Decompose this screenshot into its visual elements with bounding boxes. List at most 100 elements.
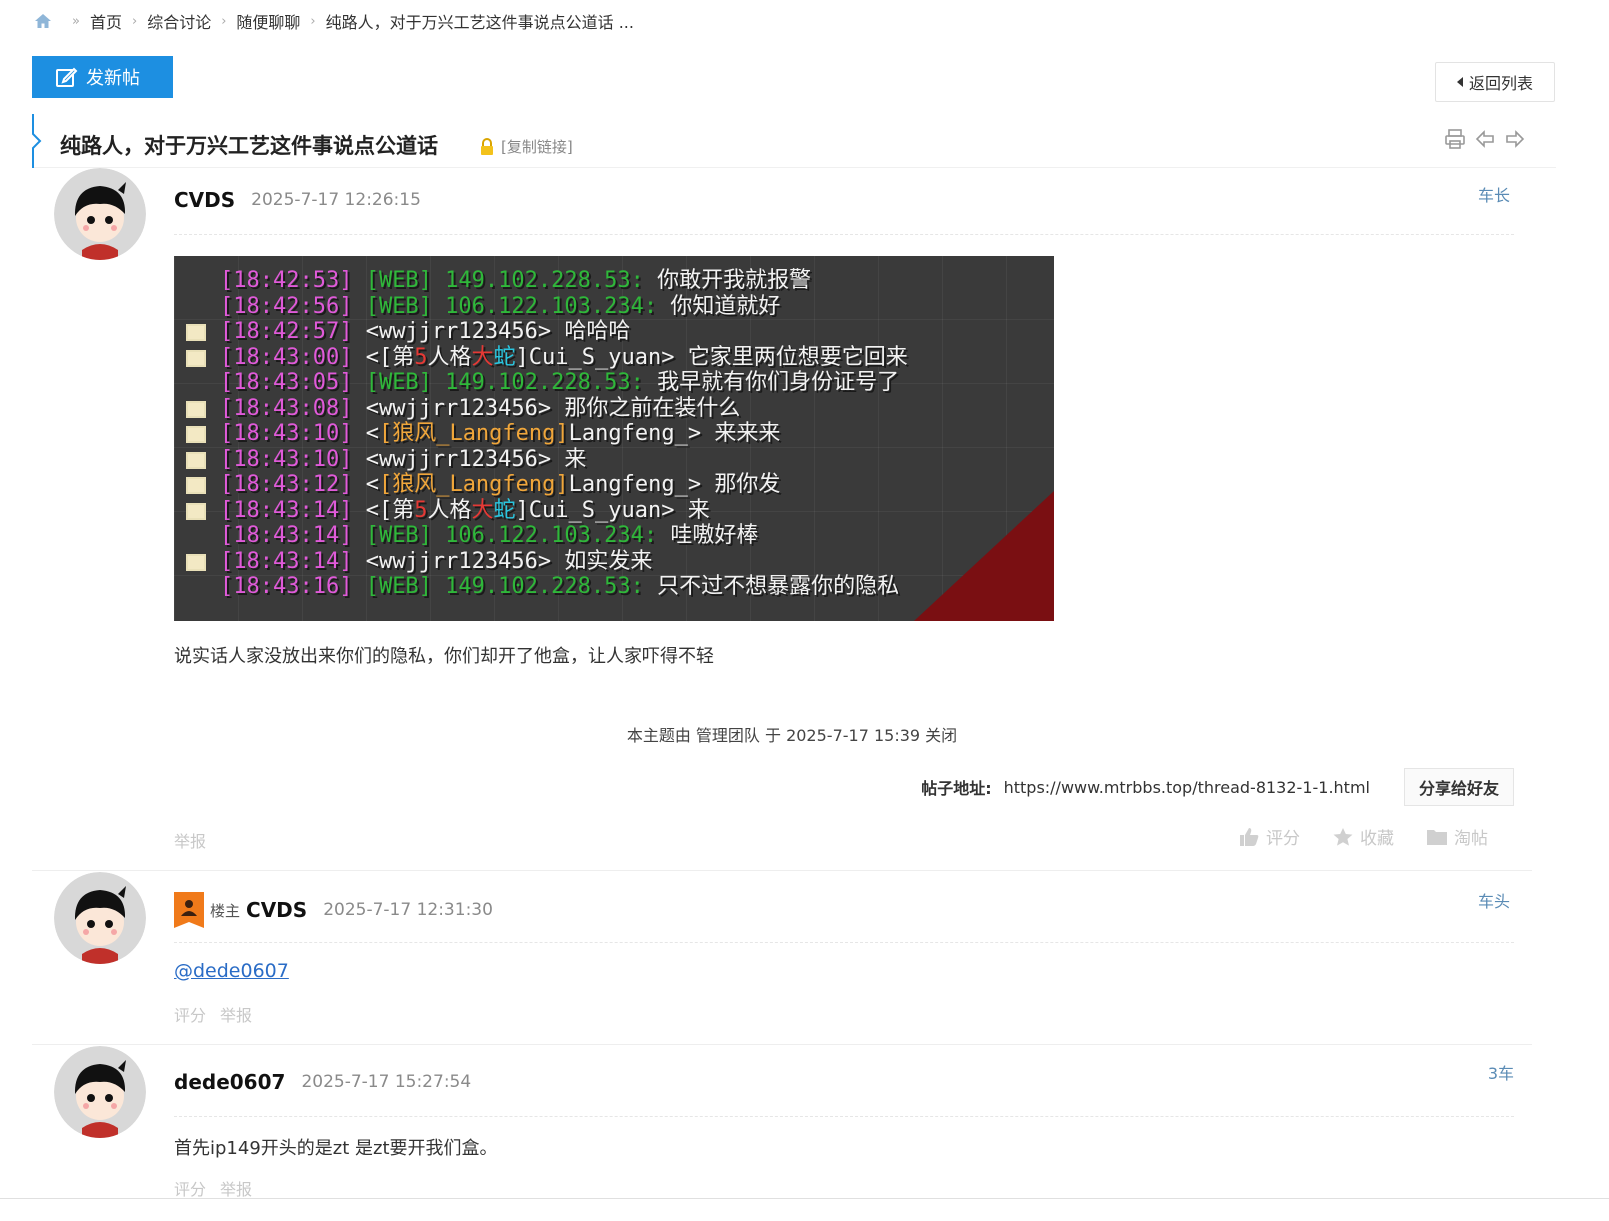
back-to-list-button[interactable]: 返回列表 [1435,62,1555,102]
chat-player-tag: 人格 [427,497,472,523]
chat-message: 如实发来 [551,548,653,574]
breadcrumb-home[interactable]: 首页 [90,9,122,33]
chat-player-tag: 蛇 [493,344,516,370]
home-icon[interactable] [34,13,52,29]
player-head-icon [186,349,206,367]
chat-line: [18:43:00] <[第5人格大蛇]Cui_S_yuan> 它家里两位想要它… [184,345,1044,371]
chat-timestamp: [18:42:53] [220,268,353,293]
player-head-icon [186,451,206,469]
floor-label[interactable]: 车长 [1478,182,1510,206]
chat-message: 你知道就好 [657,293,781,319]
avatar[interactable] [54,872,146,964]
breadcrumb-forum[interactable]: 综合讨论 [147,9,211,33]
post-right-actions: 评分 收藏 淘帖 [1238,824,1488,849]
chat-line: [18:42:53] [WEB] 149.102.228.53: 你敢开我就报警 [184,268,1044,294]
title-accent-bracket [32,114,42,168]
thread-title-bar: 纯路人，对于万兴工艺这件事说点公道话 [复制链接] [32,114,1556,168]
player-head-icon [186,324,206,341]
collect-button[interactable]: 淘帖 [1426,824,1488,849]
chat-line: [18:43:10] <wwjjrr123456> 来 [184,447,1044,473]
chat-player-tag: 人格 [427,344,472,370]
new-post-button[interactable]: 发新帖 [32,56,173,98]
post-body: 首先ip149开头的是zt 是zt要开我们盒。 [174,1138,498,1159]
chat-player-prefix: <[第 [352,497,415,523]
folder-icon [1427,829,1447,845]
thread-closed-note: 本主题由 管理团队 于 2025-7-17 15:39 关闭 [626,726,958,745]
chevron-right-icon: › [131,13,138,29]
chat-player: <wwjjrr123456> [352,319,552,344]
chat-line: [18:42:57] <wwjjrr123456> 哈哈哈 [184,319,1044,345]
breadcrumb-sep-icon: » [72,13,80,29]
chat-timestamp: [18:43:05] [220,370,353,395]
chat-timestamp: [18:43:14] [220,523,353,548]
author-name[interactable]: CVDS [246,898,307,922]
avatar[interactable] [54,168,146,260]
floor-label[interactable]: 3车 [1488,1060,1514,1084]
prev-thread-icon[interactable] [1474,128,1496,150]
address-url[interactable]: https://www.mtrbbs.top/thread-8132-1-1.h… [1004,778,1370,797]
thread-address-row: 帖子地址: https://www.mtrbbs.top/thread-8132… [921,768,1514,806]
new-post-label: 发新帖 [86,68,140,89]
mention-link[interactable]: @dede0607 [174,960,289,982]
op-label: 楼主 [210,901,241,920]
post-actions: 评分 举报 [174,1176,252,1200]
print-icon[interactable] [1444,128,1466,150]
favorite-button[interactable]: 收藏 [1332,824,1394,849]
rate-link[interactable]: 评分 [174,1002,206,1026]
chat-timestamp: [18:43:12] [220,472,353,497]
chat-line: [18:43:05] [WEB] 149.102.228.53: 我早就有你们身… [184,370,1044,396]
chat-source: [WEB] 149.102.228.53: [352,370,644,395]
chat-line: [18:43:10] <[狼风_Langfeng]Langfeng_> 来来来 [184,421,1044,447]
chat-source: [WEB] 106.122.103.234: [352,523,658,548]
author-name[interactable]: dede0607 [174,1070,285,1094]
rate-button[interactable]: 评分 [1238,824,1300,849]
player-head-icon [186,553,206,571]
chat-player-name: Langfeng_> [568,421,702,446]
report-link[interactable]: 举报 [220,1176,252,1200]
breadcrumb-thread[interactable]: 纯路人，对于万兴工艺这件事说点公道话 ... [326,9,634,33]
chat-screenshot-image: [18:42:53] [WEB] 149.102.228.53: 你敢开我就报警… [174,256,1054,621]
author-name[interactable]: CVDS [174,188,235,212]
share-button[interactable]: 分享给好友 [1403,768,1514,806]
chat-message: 哇嗷好棒 [657,523,759,548]
page-bottom-divider [0,1198,1609,1199]
breadcrumb-subforum[interactable]: 随便聊聊 [236,9,300,33]
next-thread-icon[interactable] [1504,128,1526,150]
post-actions: 举报 [174,828,206,852]
chat-player-tag: 大 [471,497,494,523]
report-link[interactable]: 举报 [220,1002,252,1026]
copy-link[interactable]: [复制链接] [501,136,573,157]
floor-label[interactable]: 车头 [1478,888,1510,912]
chat-message: 你敢开我就报警 [643,268,812,293]
avatar[interactable] [54,1046,146,1138]
chat-timestamp: [18:43:08] [220,395,353,421]
star-icon [1333,827,1353,846]
chat-message: 来 [674,497,710,523]
chat-message: 来来来 [701,421,781,446]
post-body: 说实话人家没放出来你们的隐私，你们却开了他盒，让人家吓得不轻 [174,646,714,667]
chat-player-tag: 大 [471,344,494,370]
thread-tools [1444,128,1526,150]
chat-line: [18:43:16] [WEB] 149.102.228.53: 只不过不想暴露… [184,574,1044,600]
report-link[interactable]: 举报 [174,828,206,852]
chat-source: [WEB] 106.122.103.234: [352,293,658,319]
post-divider [32,870,1532,871]
post-divider [32,1044,1532,1045]
thumbs-up-icon [1240,827,1259,846]
chat-player-prefix: <[第 [352,344,415,370]
lock-icon [481,138,493,155]
post-2: 楼主 CVDS 2025-7-17 12:31:30 车头 @dede0607 … [32,872,1532,1045]
chevron-right-icon: › [221,13,227,29]
edit-icon [56,67,78,87]
chat-line: [18:43:14] <[第5人格大蛇]Cui_S_yuan> 来 [184,498,1044,524]
chat-player: <wwjjrr123456> [352,395,552,421]
chat-timestamp: [18:43:10] [220,446,353,472]
header-divider [174,234,1514,235]
header-divider [174,1116,1514,1117]
post-header: dede0607 2025-7-17 15:27:54 [174,1062,471,1102]
chat-timestamp: [18:43:10] [220,421,353,446]
breadcrumb: » 首页 › 综合讨论 › 随便聊聊 › 纯路人，对于万兴工艺这件事说点公道话 … [34,8,634,34]
player-head-icon [186,426,206,443]
chat-player-name: ]Cui_S_yuan> [515,344,675,370]
rate-link[interactable]: 评分 [174,1176,206,1200]
